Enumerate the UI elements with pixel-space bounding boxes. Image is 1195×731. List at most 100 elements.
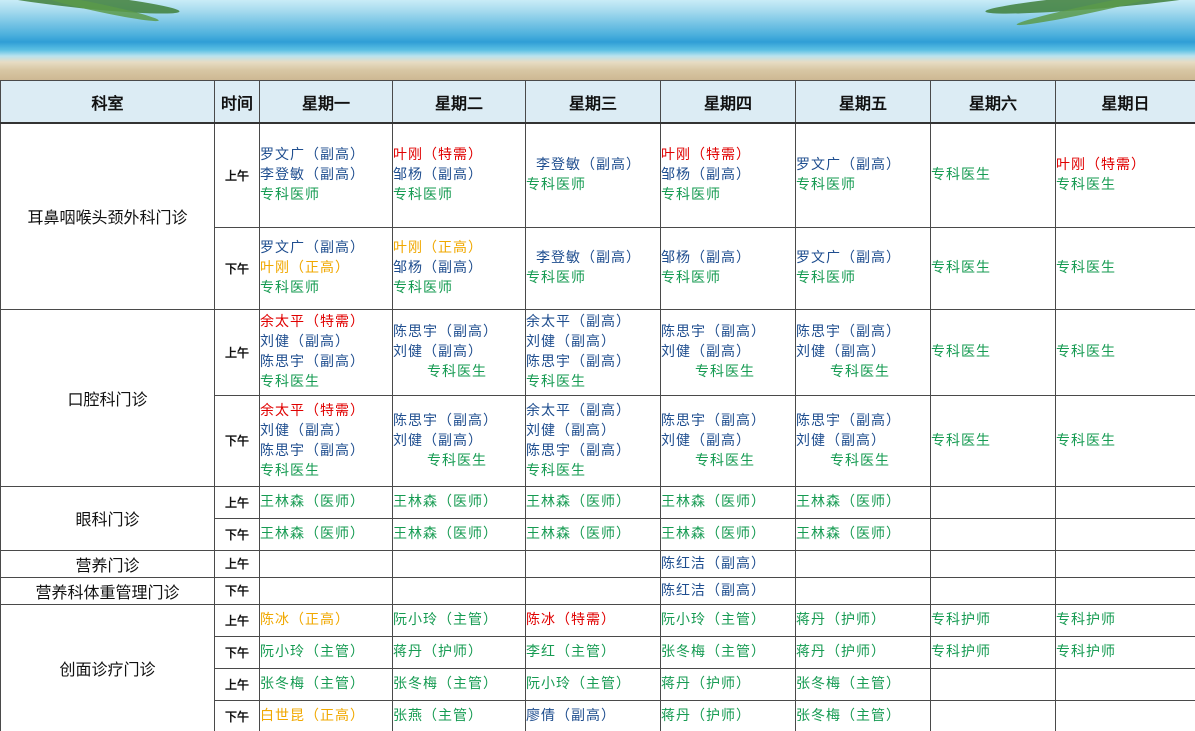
schedule-cell: 陈冰（正高） bbox=[259, 603, 393, 637]
schedule-cell: 陈思宇（副高） 刘健（副高） 专科医生 bbox=[660, 394, 796, 487]
schedule-body: 耳鼻咽喉头颈外科门诊 上午 罗文广（副高） 李登敏（副高） 专科医师 叶刚（特需） 邹杨（副… bbox=[0, 122, 1195, 731]
schedule-cell bbox=[1055, 549, 1195, 578]
doctor-entry: 余太平（特需） bbox=[260, 314, 365, 330]
doctor-entry: 专科医师 bbox=[796, 177, 856, 194]
doctor-entry: 专科医生 bbox=[526, 462, 586, 479]
doctor-entry: 专科医生 bbox=[830, 364, 890, 380]
doctor-entry: 专科医生 bbox=[931, 167, 991, 184]
doctor-entry: 余太平（副高） bbox=[526, 402, 631, 419]
schedule-cell: 陈思宇（副高） 刘健（副高） 专科医生 bbox=[392, 394, 526, 487]
doctor-entry: 王林森（医师） bbox=[526, 526, 631, 542]
doctor-entry: 专科医师 bbox=[796, 270, 856, 286]
doctor-entry: 邹杨（副高） bbox=[661, 167, 751, 184]
schedule-cell bbox=[1055, 485, 1195, 519]
doctor-entry: 专科医师 bbox=[393, 280, 453, 296]
doctor-entry: 王林森（医师） bbox=[661, 526, 766, 542]
schedule-cell bbox=[930, 667, 1056, 701]
header-thursday: 星期四 bbox=[660, 80, 796, 124]
doctor-entry: 刘健（副高） bbox=[260, 334, 350, 350]
schedule-cell bbox=[930, 699, 1056, 731]
doctor-entry: 专科医生 bbox=[1056, 177, 1116, 194]
schedule-cell: 余太平（副高） 刘健（副高） 陈思宇（副高） 专科医生 bbox=[525, 308, 661, 396]
doctor-entry: 专科医师 bbox=[526, 270, 586, 286]
doctor-entry: 刘健（副高） bbox=[260, 422, 350, 439]
schedule-cell: 罗文广（副高） 李登敏（副高） 专科医师 bbox=[259, 122, 393, 228]
schedule-cell bbox=[259, 549, 393, 578]
doctor-entry: 专科医生 bbox=[931, 432, 991, 449]
doctor-entry: 张冬梅（主管） bbox=[393, 676, 498, 692]
doctor-entry: 专科医师 bbox=[526, 177, 586, 194]
schedule-cell: 李登敏（副高） 专科医师 bbox=[525, 226, 661, 310]
period-label: 上午 bbox=[214, 485, 260, 519]
schedule-cell: 叶刚（正高） 邹杨（副高） 专科医师 bbox=[392, 226, 526, 310]
header-monday: 星期一 bbox=[259, 80, 393, 124]
schedule-cell bbox=[1055, 667, 1195, 701]
doctor-entry: 陈冰（特需） bbox=[526, 612, 616, 628]
doctor-entry: 王林森（医师） bbox=[260, 494, 365, 510]
doctor-entry: 刘健（副高） bbox=[393, 432, 483, 449]
schedule-cell bbox=[930, 576, 1056, 605]
doctor-entry: 蒋丹（护师） bbox=[796, 644, 886, 660]
schedule-cell: 专科医生 bbox=[1055, 226, 1195, 310]
doctor-entry: 陈思宇（副高） bbox=[393, 324, 498, 340]
schedule-cell: 叶刚（特需） 专科医生 bbox=[1055, 122, 1195, 228]
schedule-cell: 专科护师 bbox=[1055, 603, 1195, 637]
schedule-cell: 罗文广（副高） 专科医师 bbox=[795, 122, 931, 228]
doctor-entry: 刘健（副高） bbox=[393, 344, 483, 360]
schedule-cell: 专科医生 bbox=[930, 394, 1056, 487]
table-row: 营养科体重管理门诊 下午 陈红洁（副高） bbox=[0, 576, 1195, 605]
doctor-entry: 刘健（副高） bbox=[796, 344, 886, 360]
schedule-cell bbox=[1055, 517, 1195, 551]
doctor-entry: 阮小玲（主管） bbox=[661, 612, 766, 628]
doctor-entry: 叶刚（特需） bbox=[1056, 157, 1146, 174]
doctor-entry: 专科医生 bbox=[695, 364, 755, 380]
schedule-cell: 专科护师 bbox=[930, 603, 1056, 637]
period-label: 下午 bbox=[214, 635, 260, 669]
schedule-cell: 张冬梅（主管） bbox=[660, 635, 796, 669]
header-saturday: 星期六 bbox=[930, 80, 1056, 124]
doctor-entry: 专科医生 bbox=[830, 452, 890, 469]
doctor-entry: 陈红洁（副高） bbox=[661, 555, 766, 572]
schedule-cell bbox=[392, 576, 526, 605]
schedule-cell: 专科医生 bbox=[1055, 394, 1195, 487]
doctor-entry: 叶刚（特需） bbox=[661, 147, 751, 164]
schedule-cell: 陈思宇（副高） 刘健（副高） 专科医生 bbox=[795, 308, 931, 396]
doctor-entry: 专科医生 bbox=[526, 374, 586, 390]
doctor-entry: 阮小玲（主管） bbox=[393, 612, 498, 628]
doctor-entry: 专科医师 bbox=[260, 280, 320, 296]
schedule-cell: 张冬梅（主管） bbox=[795, 699, 931, 731]
schedule-cell: 蒋丹（护师） bbox=[795, 635, 931, 669]
schedule-cell: 张冬梅（主管） bbox=[392, 667, 526, 701]
doctor-entry: 罗文广（副高） bbox=[260, 240, 365, 256]
schedule-cell: 张冬梅（主管） bbox=[259, 667, 393, 701]
schedule-cell: 王林森（医师） bbox=[660, 517, 796, 551]
doctor-entry: 叶刚（正高） bbox=[260, 260, 350, 276]
schedule-cell: 李登敏（副高） 专科医师 bbox=[525, 122, 661, 228]
department-name: 营养科体重管理门诊 bbox=[0, 576, 215, 605]
schedule-cell: 王林森（医师） bbox=[795, 517, 931, 551]
period-label: 下午 bbox=[214, 699, 260, 731]
header-time: 时间 bbox=[214, 80, 260, 124]
schedule-cell: 专科医生 bbox=[1055, 308, 1195, 396]
schedule-page: 科室 时间 星期一 星期二 星期三 星期四 星期五 星期六 星期日 耳鼻咽喉头颈… bbox=[0, 0, 1195, 731]
doctor-entry: 专科医师 bbox=[393, 187, 453, 204]
schedule-cell bbox=[392, 549, 526, 578]
doctor-entry: 专科医生 bbox=[695, 452, 755, 469]
doctor-entry: 白世昆（正高） bbox=[260, 708, 365, 724]
doctor-entry: 李登敏（副高） bbox=[260, 167, 365, 184]
schedule-cell: 蒋丹（护师） bbox=[660, 667, 796, 701]
doctor-entry: 张燕（主管） bbox=[393, 708, 483, 724]
schedule-cell: 陈思宇（副高） 刘健（副高） 专科医生 bbox=[795, 394, 931, 487]
schedule-cell: 廖倩（副高） bbox=[525, 699, 661, 731]
schedule-cell: 王林森（医师） bbox=[392, 517, 526, 551]
doctor-entry: 陈思宇（副高） bbox=[661, 324, 766, 340]
doctor-entry: 张冬梅（主管） bbox=[796, 708, 901, 724]
schedule-cell: 王林森（医师） bbox=[660, 485, 796, 519]
table-row: 口腔科门诊 上午 余太平（特需） 刘健（副高） 陈思宇（副高） 专科医生 陈思宇（副高） 刘健… bbox=[0, 308, 1195, 487]
schedule-cell: 王林森（医师） bbox=[392, 485, 526, 519]
doctor-entry: 陈红洁（副高） bbox=[661, 582, 766, 599]
doctor-entry: 专科医生 bbox=[1056, 344, 1116, 360]
doctor-entry: 蒋丹（护师） bbox=[393, 644, 483, 660]
schedule-cell: 陈红洁（副高） bbox=[660, 576, 796, 605]
schedule-cell: 陈冰（特需） bbox=[525, 603, 661, 637]
